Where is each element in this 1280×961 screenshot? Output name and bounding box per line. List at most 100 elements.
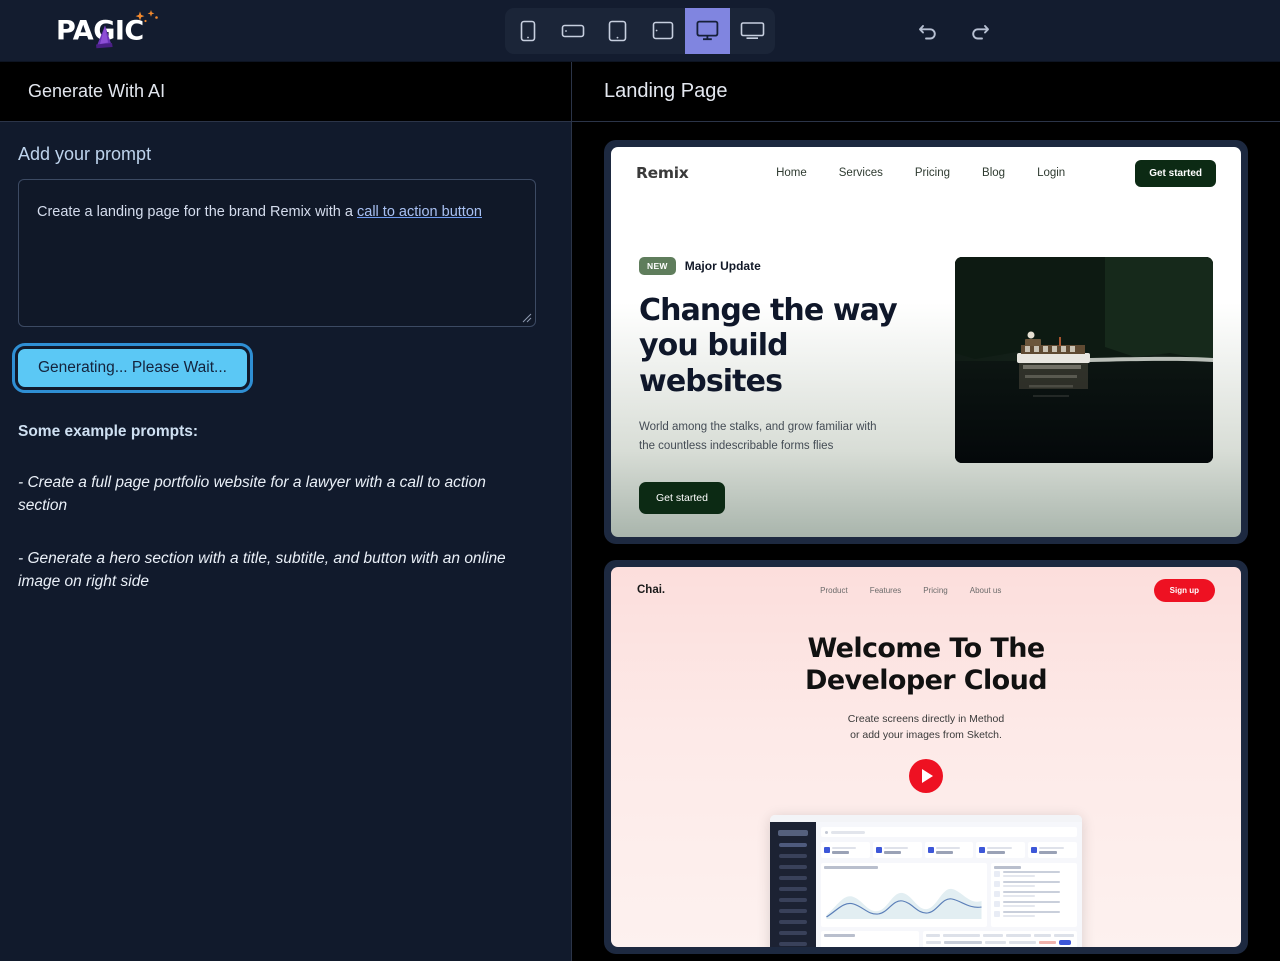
preview-card-remix[interactable]: Remix Home Services Pricing Blog Login G… <box>604 140 1248 544</box>
table-header-row <box>926 934 1074 938</box>
remix-hero-title: Change the way you build websites <box>639 293 929 399</box>
dashboard-search-icon <box>825 830 828 834</box>
dashboard-sidebar-brand <box>778 830 808 837</box>
play-button-icon <box>922 769 933 784</box>
dashboard-main <box>816 822 1082 947</box>
table-row <box>926 940 1074 946</box>
bar-chart-bars <box>824 941 916 947</box>
chai-nav-link-about[interactable]: About us <box>970 586 1002 595</box>
device-btn-tablet-landscape[interactable] <box>640 8 685 54</box>
list-item <box>994 881 1074 888</box>
large-desktop-icon <box>740 22 765 39</box>
app-root: PAGIC Generate With AI Add your prompt C… <box>0 0 1280 961</box>
preview-card-remix-inner: Remix Home Services Pricing Blog Login G… <box>611 147 1241 537</box>
remix-hero-left: NEW Major Update Change the way you buil… <box>639 257 929 515</box>
remix-nav-links: Home Services Pricing Blog Login Get sta… <box>776 159 1216 187</box>
prompt-text-plain: Create a landing page for the brand Remi… <box>37 204 357 220</box>
chai-hero-title: Welcome To The Developer Cloud <box>611 633 1241 697</box>
stat-lines <box>987 846 1022 854</box>
redo-icon <box>972 24 989 39</box>
dashboard-sidebar-item <box>779 909 807 914</box>
stat-lines <box>1039 846 1074 854</box>
device-btn-mobile-portrait[interactable] <box>505 8 550 54</box>
generate-panel-header: Generate With AI <box>0 62 571 122</box>
device-btn-desktop[interactable] <box>685 7 730 54</box>
remix-nav-link-home[interactable]: Home <box>776 167 807 179</box>
remix-landing-page: Remix Home Services Pricing Blog Login G… <box>611 147 1241 537</box>
chai-hero-subtitle-line1: Create screens directly in Method <box>847 712 1005 725</box>
dashboard-stat-card <box>872 842 922 859</box>
remix-hero: NEW Major Update Change the way you buil… <box>611 199 1241 515</box>
remix-nav-link-pricing[interactable]: Pricing <box>915 167 950 179</box>
dashboard-search-placeholder <box>831 830 865 834</box>
mobile-portrait-icon <box>520 20 535 41</box>
analytics-dashboard-screenshot <box>770 815 1082 947</box>
boat-on-lake-photo <box>955 257 1213 463</box>
generate-button[interactable]: Generating... Please Wait... <box>12 343 253 393</box>
chai-logo[interactable]: Chai. <box>637 584 665 596</box>
dashboard-sidebar-item <box>779 931 807 936</box>
dashboard-stat-card <box>924 842 974 859</box>
redo-button[interactable] <box>967 18 993 44</box>
remix-new-badge: NEW <box>639 257 676 275</box>
generate-panel: Generate With AI Add your prompt Create … <box>0 62 572 961</box>
stat-icon <box>1031 847 1038 854</box>
remix-nav-cta-button[interactable]: Get started <box>1135 159 1216 187</box>
remix-hero-image <box>955 257 1213 463</box>
chai-signup-button[interactable]: Sign up <box>1153 578 1215 602</box>
list-item <box>994 891 1074 898</box>
list-item <box>994 911 1074 918</box>
device-btn-large-desktop[interactable] <box>730 8 775 54</box>
app-logo-text: PAGIC <box>56 15 144 46</box>
remix-nav-link-login[interactable]: Login <box>1037 167 1065 179</box>
chai-nav-link-product[interactable]: Product <box>820 586 848 595</box>
remix-hero-title-line1: Change the way <box>639 293 898 328</box>
dashboard-data-table <box>923 931 1077 947</box>
dashboard-sidebar-item <box>779 865 807 870</box>
top-toolbar: PAGIC <box>0 0 1280 62</box>
chai-hero-subtitle: Create screens directly in Method or add… <box>611 711 1241 744</box>
desktop-icon <box>696 20 719 41</box>
remix-nav-link-blog[interactable]: Blog <box>982 167 1005 179</box>
chai-nav-link-features[interactable]: Features <box>870 586 902 595</box>
dashboard-sidebar-item <box>779 843 807 848</box>
dashboard-bar-chart <box>821 931 920 947</box>
preview-card-chai[interactable]: Chai. Product Features Pricing About us … <box>604 560 1248 954</box>
resize-handle-icon[interactable] <box>521 312 532 323</box>
app-logo[interactable]: PAGIC <box>56 9 158 48</box>
tablet-landscape-icon <box>652 21 673 40</box>
dashboard-sidebar-item <box>779 920 807 925</box>
chai-nav-link-pricing[interactable]: Pricing <box>923 586 947 595</box>
bar-chart-title-placeholder <box>824 934 856 938</box>
chai-hero: Welcome To The Developer Cloud Create sc… <box>611 613 1241 947</box>
stat-icon <box>927 847 934 854</box>
dashboard-stat-card <box>976 842 1026 859</box>
remix-logo[interactable]: Remix <box>636 164 689 182</box>
remix-hero-badge-row: NEW Major Update <box>639 257 929 275</box>
stat-icon <box>824 847 830 854</box>
chart-title-placeholder <box>824 866 879 870</box>
dashboard-sidebar-item <box>779 876 807 881</box>
chai-hero-title-line1: Welcome To The <box>807 633 1045 664</box>
remix-badge-label: Major Update <box>684 259 761 273</box>
device-size-switcher <box>505 7 775 54</box>
sparkles-icon <box>135 9 158 22</box>
preview-scroll-area[interactable]: Remix Home Services Pricing Blog Login G… <box>572 122 1280 961</box>
stat-lines <box>832 846 867 854</box>
prompt-label: Add your prompt <box>18 144 152 164</box>
dashboard-row-bottom <box>821 931 1077 947</box>
example-prompt-2: - Generate a hero section with a title, … <box>18 550 506 590</box>
dashboard-window-bar <box>770 815 1082 823</box>
preview-panel: Landing Page Remix Home Services Pricing <box>572 62 1280 961</box>
remix-hero-cta-button[interactable]: Get started <box>639 482 725 515</box>
undo-button[interactable] <box>915 18 941 44</box>
device-btn-tablet-portrait[interactable] <box>595 8 640 54</box>
preview-panel-header: Landing Page <box>572 62 1280 122</box>
list-title-placeholder <box>994 866 1022 870</box>
remix-nav-link-services[interactable]: Services <box>839 167 883 179</box>
chai-play-button[interactable] <box>909 759 943 794</box>
dashboard-notification-list <box>991 863 1077 928</box>
dashboard-area-chart <box>821 863 987 928</box>
prompt-input[interactable]: Create a landing page for the brand Remi… <box>18 179 536 327</box>
device-btn-mobile-landscape[interactable] <box>550 8 595 54</box>
